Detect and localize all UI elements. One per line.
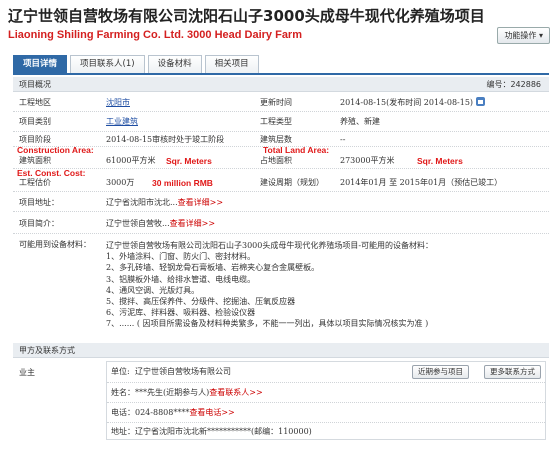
- function-menu-button[interactable]: 功能操作 ▾: [497, 27, 550, 44]
- table-row: 项目类别 工业建筑 工程类型 养殖、新建: [13, 113, 549, 132]
- cost-label: 工程估价: [19, 178, 51, 187]
- project-type-value: 养殖、新建: [340, 117, 380, 126]
- cost-value: 3000万: [106, 178, 135, 187]
- recent-projects-button[interactable]: 近期参与项目: [412, 365, 469, 379]
- contact-address-row: 地址： 辽宁省沈阳市沈北新***********(邮编：110000): [107, 423, 545, 443]
- list-item: 2、多孔砖墙、轻钢龙骨石膏板墙、岩棉夹心复合金属壁板。: [106, 263, 320, 273]
- tab-divider: [13, 73, 549, 75]
- annotation-sqr-meters-construction: Sqr. Meters: [166, 156, 212, 166]
- name-text: ***先生(近期参与人): [135, 388, 210, 397]
- tab-project-details[interactable]: 项目详情: [13, 55, 68, 74]
- page-title-english: Liaoning Shiling Farming Co. Ltd. 3000 H…: [8, 29, 302, 41]
- list-item: 1、外墙涂料、门窗、防火门、密封材料。: [106, 252, 256, 262]
- view-contact-link[interactable]: 查看联系人>>: [209, 388, 262, 397]
- phone-value: 024-8808****查看电话>>: [135, 403, 235, 423]
- table-row: 建筑面积 61000平方米 占地面积 273000平方米: [13, 153, 549, 169]
- address-text: 辽宁省沈阳市沈北...: [106, 198, 178, 207]
- list-item: 4、通风空调、光版灯具。: [106, 285, 200, 295]
- equipment-label: 可能用到设备材料：: [19, 240, 91, 249]
- category-label: 项目类别: [19, 117, 51, 126]
- page-title: 辽宁世领自营牧场有限公司沈阳石山子3000头成母牛现代化养殖场项目: [8, 7, 485, 25]
- update-time-text: 2014-08-15(发布时间 2014-08-15): [340, 98, 474, 107]
- view-phone-link[interactable]: 查看电话>>: [189, 408, 234, 417]
- floors-value: --: [340, 135, 346, 144]
- building-area-value: 61000平方米: [106, 156, 156, 165]
- tab-related-projects[interactable]: 相关项目: [204, 55, 259, 74]
- unit-label: 单位:: [111, 367, 130, 376]
- project-id-value: 242886: [510, 80, 541, 89]
- building-area-label: 建筑面积: [19, 156, 51, 165]
- land-area-label: 占地面积: [260, 156, 292, 165]
- intro-detail-link[interactable]: 查看详细>>: [170, 219, 215, 228]
- more-contacts-button[interactable]: 更多联系方式: [484, 365, 541, 379]
- unit-value: 辽宁世领自营牧场有限公司: [135, 367, 231, 376]
- tab-equipment-materials[interactable]: 设备材料: [147, 55, 202, 74]
- equipment-list: 辽宁世领自营牧场有限公司沈阳石山子3000头成母牛现代化养殖场项目-可能用的设备…: [106, 240, 433, 330]
- name-value: ***先生(近期参与人)查看联系人>>: [135, 383, 263, 403]
- owner-contact-box: 单位: 辽宁世领自营牧场有限公司 近期参与项目 更多联系方式 姓名： ***先生…: [106, 361, 546, 440]
- stage-value: 2014-08-15审核时处于竣工阶段: [106, 135, 225, 144]
- region-label: 工程地区: [19, 98, 51, 107]
- tab-bar: 项目详情 项目联系人(1) 设备材料 相关项目: [13, 55, 259, 74]
- period-label: 建设周期（规划）: [260, 178, 324, 187]
- table-row: 工程地区 沈阳市 更新时间 2014-08-15(发布时间 2014-08-15…: [13, 94, 549, 112]
- intro-value: 辽宁世领自营牧...查看详细>>: [106, 213, 215, 234]
- period-value: 2014年01月 至 2015年01月（预估已竣工）: [340, 178, 503, 187]
- calendar-icon[interactable]: [476, 97, 486, 106]
- list-item: 6、污泥库、拌料器、吸料器、检验设仪器: [106, 308, 256, 318]
- contact-section-header: 甲方及联系方式: [13, 343, 549, 358]
- table-row: 工程估价 3000万 建设周期（规划） 2014年01月 至 2015年01月（…: [13, 174, 549, 192]
- equipment-intro: 辽宁世领自营牧场有限公司沈阳石山子3000头成母牛现代化养殖场项目-可能用的设备…: [106, 241, 434, 250]
- table-row: 项目简介： 辽宁世领自营牧...查看详细>>: [13, 213, 549, 234]
- intro-text: 辽宁世领自营牧...: [106, 219, 170, 228]
- overview-label: 项目概况: [19, 80, 51, 89]
- project-type-label: 工程类型: [260, 117, 292, 126]
- project-id: 编号：242886: [486, 77, 541, 92]
- tab-project-contacts[interactable]: 项目联系人(1): [70, 55, 145, 74]
- phone-text: 024-8808****: [135, 408, 190, 417]
- update-time-label: 更新时间: [260, 98, 292, 107]
- name-label: 姓名：: [111, 388, 135, 397]
- overview-section-header: 项目概况 编号：242886: [13, 77, 549, 92]
- contact-address-value: 辽宁省沈阳市沈北新***********(邮编：110000): [135, 427, 312, 436]
- list-item: 5、搅拌、高压保养件、分级件、挖掘油、压氧反应器: [106, 297, 296, 307]
- address-label: 项目地址：: [19, 198, 59, 207]
- contact-name-row: 姓名： ***先生(近期参与人)查看联系人>>: [107, 383, 545, 403]
- list-item: 7、...... ( 因项目所需设备及材料种类繁多，不能一一列出，具体以项目实际…: [106, 319, 429, 329]
- category-link[interactable]: 工业建筑: [106, 113, 138, 130]
- contact-unit-row: 单位: 辽宁世领自营牧场有限公司 近期参与项目 更多联系方式: [107, 362, 545, 383]
- contact-phone-row: 电话： 024-8808****查看电话>>: [107, 403, 545, 423]
- owner-label: 业主: [19, 368, 35, 377]
- address-value: 辽宁省沈阳市沈北...查看详细>>: [106, 193, 223, 212]
- region-link[interactable]: 沈阳市: [106, 94, 130, 111]
- annotation-cost-rmb: 30 million RMB: [152, 178, 213, 188]
- list-item: 3、铝膜板外墙、给排水管道、电线电缆。: [106, 274, 256, 284]
- address-detail-link[interactable]: 查看详细>>: [178, 198, 223, 207]
- land-area-value: 273000平方米: [340, 156, 395, 165]
- contact-address-label: 地址：: [111, 427, 135, 436]
- table-row: 项目地址： 辽宁省沈阳市沈北...查看详细>>: [13, 193, 549, 212]
- project-id-label: 编号：: [486, 80, 511, 89]
- contact-section-label: 甲方及联系方式: [19, 346, 75, 355]
- intro-label: 项目简介：: [19, 219, 59, 228]
- update-time-value: 2014-08-15(发布时间 2014-08-15): [340, 94, 486, 111]
- annotation-sqr-meters-land: Sqr. Meters: [417, 156, 463, 166]
- phone-label: 电话：: [111, 408, 135, 417]
